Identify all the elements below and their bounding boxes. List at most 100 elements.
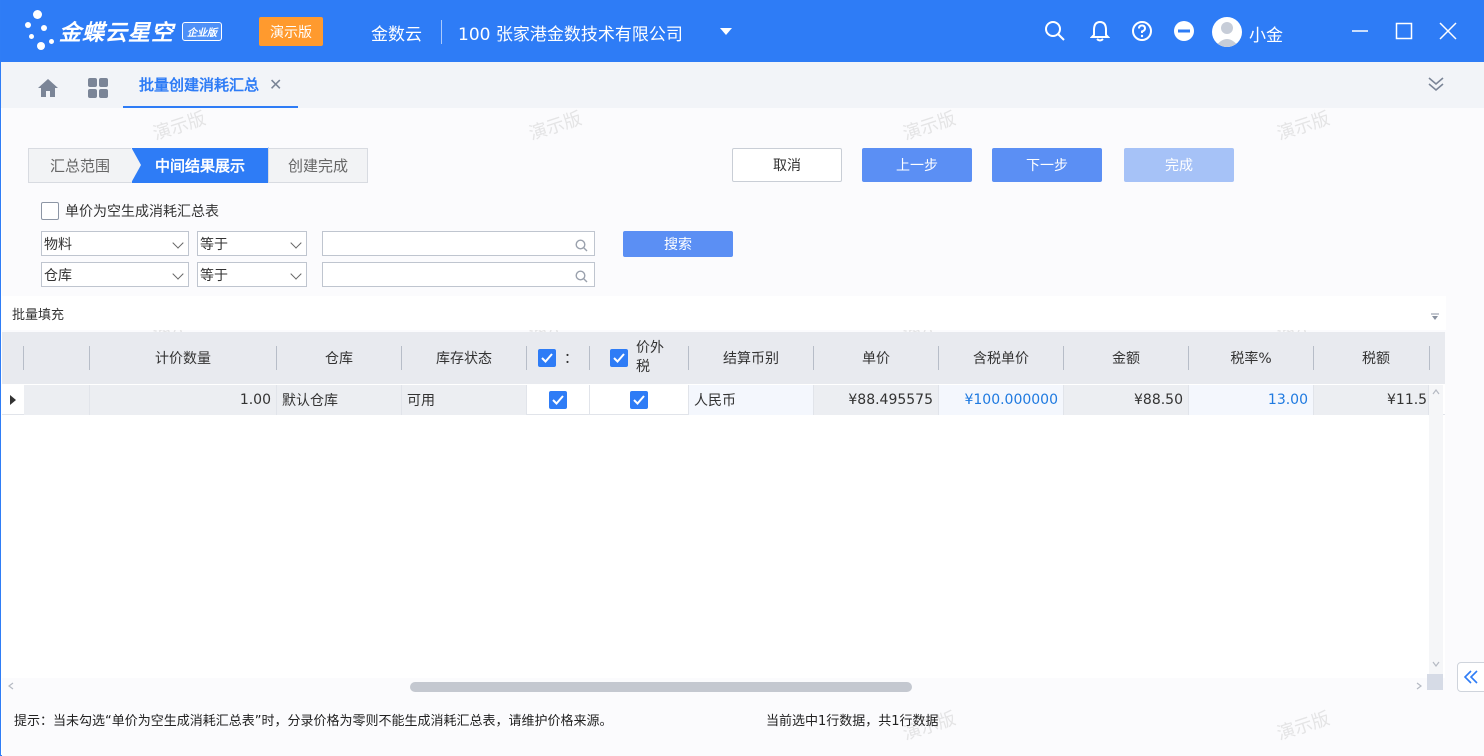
column-settings-icon[interactable] — [1430, 310, 1440, 325]
cell-stock-status[interactable]: 可用 — [402, 385, 527, 415]
scroll-left-icon[interactable] — [8, 682, 14, 690]
cancel-button[interactable]: 取消 — [732, 148, 842, 182]
company-selector[interactable]: 100 张家港金数技术有限公司 — [458, 20, 683, 45]
cell-amount[interactable]: ¥88.50 — [1064, 385, 1189, 415]
apps-grid-icon[interactable] — [88, 78, 108, 102]
org-switcher[interactable]: 金数云 — [371, 20, 422, 45]
empty-price-checkbox[interactable] — [41, 202, 59, 220]
username[interactable]: 小金 — [1249, 21, 1283, 46]
demo-badge: 演示版 — [259, 17, 323, 46]
step-intermediate-results: 中间结果展示 — [131, 147, 278, 183]
search-button[interactable]: 搜索 — [623, 231, 733, 257]
batch-fill-label[interactable]: 批量填充 — [12, 304, 64, 323]
avatar[interactable] — [1212, 17, 1242, 47]
search-icon[interactable] — [575, 237, 588, 256]
vertical-scrollbar[interactable] — [1429, 385, 1443, 675]
col-header-qty[interactable]: 计价数量 — [90, 332, 276, 384]
horizontal-scrollbar[interactable] — [2, 678, 1445, 694]
filter-value-input-2[interactable] — [322, 262, 595, 287]
tab-batch-consumption-summary[interactable]: 批量创建消耗汇总 ✕ — [123, 62, 299, 108]
col-header-tax-price[interactable]: 含税单价 — [939, 332, 1063, 384]
result-grid: 计价数量 仓库 库存状态 ： 价外税 结算币别 单价 含税单价 金额 税率% 税… — [2, 332, 1445, 678]
cell-checkbox-a[interactable] — [527, 385, 590, 415]
row-selector-cell[interactable] — [24, 385, 90, 415]
caret-down-icon[interactable] — [720, 28, 732, 35]
header-checkbox-checked-icon[interactable] — [610, 349, 628, 367]
col-header-tax-excl-label: 价外税 — [636, 340, 664, 375]
col-header-tax-excl[interactable]: 价外税 — [590, 332, 688, 384]
search-icon[interactable] — [1043, 19, 1067, 43]
filter-field-select-2[interactable]: 仓库 — [41, 262, 189, 287]
chevron-down-icon — [290, 237, 302, 249]
filter-value-input-1[interactable] — [322, 231, 595, 256]
step-notch — [131, 147, 141, 183]
next-step-button[interactable]: 下一步 — [992, 148, 1102, 182]
prev-step-button[interactable]: 上一步 — [862, 148, 972, 182]
col-header-tax-rate[interactable]: 税率% — [1189, 332, 1313, 384]
checkbox-checked-icon[interactable] — [630, 391, 648, 409]
filter-operator-select-1[interactable]: 等于 — [197, 231, 307, 256]
col-header-currency[interactable]: 结算币别 — [689, 332, 813, 384]
col-header-price[interactable]: 单价 — [814, 332, 938, 384]
wizard-steps: 汇总范围 中间结果展示 创建完成 — [28, 147, 368, 183]
checkbox-checked-icon[interactable] — [549, 391, 567, 409]
cell-currency[interactable]: 人民币 — [689, 385, 814, 415]
help-icon[interactable] — [1130, 19, 1154, 43]
col-header-stock-status[interactable]: 库存状态 — [402, 332, 526, 384]
scroll-right-icon[interactable] — [1416, 682, 1422, 690]
app-window: 金蝶云星空 企业版 演示版 金数云 100 张家港金数技术有限公司 小金 批量创… — [0, 0, 1484, 756]
batch-fill-bar: 批量填充 — [2, 296, 1446, 330]
window-maximize-icon[interactable] — [1392, 19, 1416, 43]
search-icon[interactable] — [575, 268, 588, 287]
window-close-icon[interactable] — [1436, 19, 1460, 43]
chevron-down-icon — [172, 237, 184, 249]
cell-tax-rate[interactable]: 13.00 — [1189, 385, 1314, 415]
watermark: 演示版 — [526, 108, 585, 145]
step-label: 中间结果展示 — [154, 157, 245, 175]
top-bar: 金蝶云星空 企业版 演示版 金数云 100 张家港金数技术有限公司 小金 — [1, 0, 1484, 62]
empty-price-option[interactable]: 单价为空生成消耗汇总表 — [41, 201, 219, 221]
cell-tax-amount[interactable]: ¥11.50 — [1314, 385, 1429, 415]
close-icon[interactable]: ✕ — [269, 75, 282, 94]
step-label: 汇总范围 — [49, 157, 110, 175]
chevron-down-icon — [290, 268, 302, 280]
cell-warehouse[interactable]: 默认仓库 — [277, 385, 402, 415]
header-checkbox-checked-icon[interactable] — [538, 349, 556, 367]
step-creation-complete: 创建完成 — [268, 148, 368, 183]
cell-tax-excl[interactable] — [590, 385, 689, 415]
filter-field-value: 物料 — [44, 236, 72, 253]
window-minimize-icon[interactable] — [1348, 19, 1372, 43]
col-header-amount[interactable]: 金额 — [1064, 332, 1188, 384]
empty-price-label: 单价为空生成消耗汇总表 — [65, 204, 219, 220]
filter-field-select-1[interactable]: 物料 — [41, 231, 189, 256]
side-panel-toggle[interactable] — [1457, 662, 1484, 692]
double-chevron-down-icon[interactable] — [1426, 74, 1446, 98]
scroll-up-icon[interactable] — [1432, 389, 1440, 395]
cell-tax-price[interactable]: ¥100.000000 — [939, 385, 1064, 415]
scroll-corner — [1427, 674, 1443, 690]
bell-icon[interactable] — [1088, 19, 1112, 43]
horizontal-scroll-thumb[interactable] — [410, 682, 912, 692]
col-header-tax-amount[interactable]: 税额 — [1314, 332, 1438, 384]
grid-header: 计价数量 仓库 库存状态 ： 价外税 结算币别 单价 含税单价 金额 税率% 税… — [2, 332, 1445, 384]
finish-button[interactable]: 完成 — [1124, 148, 1234, 182]
table-row[interactable]: 1.00 默认仓库 可用 人民币 ¥88.495575 ¥100.000000 … — [2, 385, 1445, 415]
edition-badge: 企业版 — [182, 21, 223, 41]
cell-qty[interactable]: 1.00 — [90, 385, 277, 415]
watermark: 演示版 — [1274, 708, 1333, 745]
minus-circle-icon[interactable] — [1172, 19, 1196, 43]
filter-operator-select-2[interactable]: 等于 — [197, 262, 307, 287]
cell-price[interactable]: ¥88.495575 — [814, 385, 939, 415]
chevron-down-icon — [172, 268, 184, 280]
double-chevron-left-icon — [1463, 670, 1478, 684]
tab-label: 批量创建消耗汇总 — [139, 75, 260, 94]
watermark: 演示版 — [150, 108, 209, 145]
col-header-warehouse[interactable]: 仓库 — [277, 332, 401, 384]
col-header-checkbox-a[interactable]: ： — [527, 332, 589, 384]
scroll-down-icon[interactable] — [1432, 661, 1440, 667]
content-area: 演示版 演示版 演示版 演示版 演示版 演示版 演示版 演示版 演示版 演示版 … — [2, 108, 1484, 756]
home-icon[interactable] — [37, 78, 59, 102]
step-summary-range: 汇总范围 — [28, 148, 132, 183]
logo-text: 金蝶云星空 — [59, 21, 175, 46]
column-divider — [1429, 346, 1430, 370]
